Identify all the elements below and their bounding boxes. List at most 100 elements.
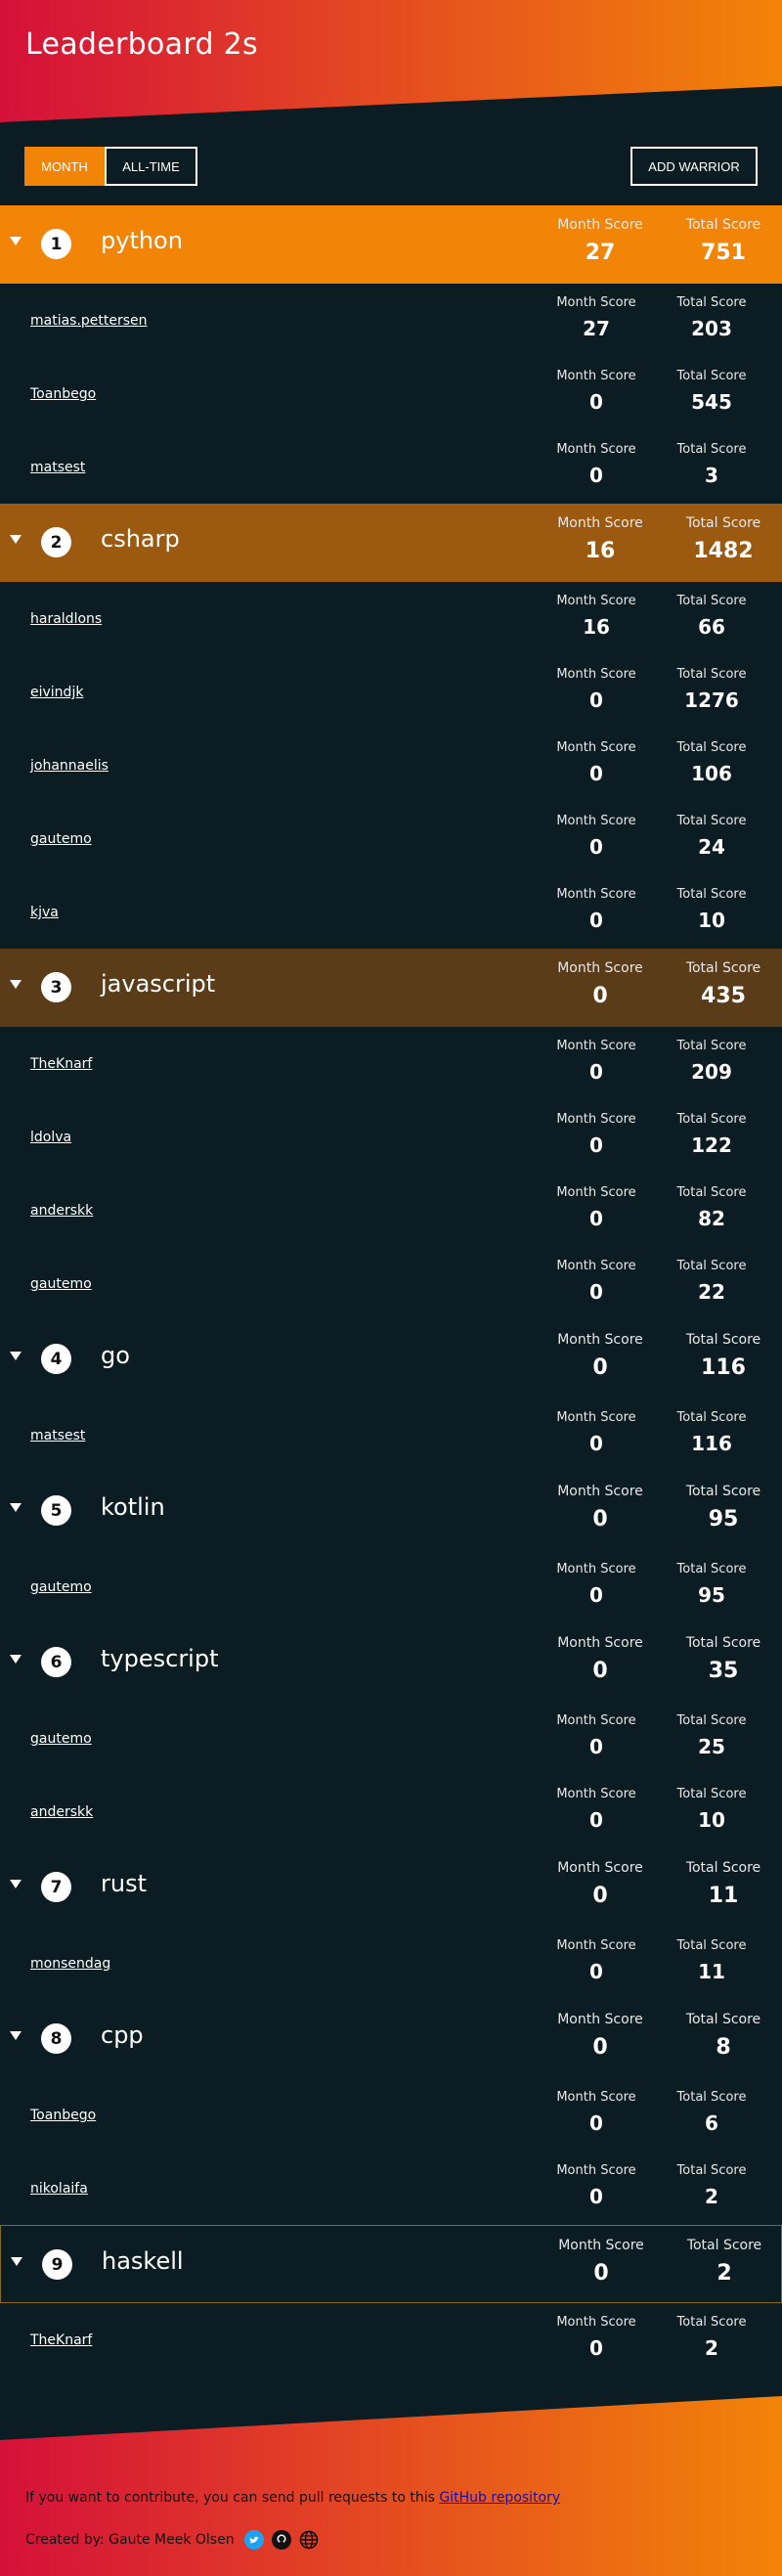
caret-down-icon[interactable]	[10, 1503, 22, 1512]
user-link[interactable]: anderskk	[30, 1203, 93, 1219]
caret-down-icon[interactable]	[10, 980, 22, 989]
month-score-value: 0	[589, 762, 603, 785]
total-score: Total Score 545	[653, 369, 770, 414]
user-link[interactable]: gautemo	[30, 1579, 92, 1595]
caret-down-icon[interactable]	[10, 237, 22, 245]
caret-down-icon[interactable]	[10, 1655, 22, 1664]
user-row: gautemo Month Score 0 Total Score 25	[0, 1702, 782, 1775]
month-score: Month Score 0	[538, 1112, 655, 1157]
language-row[interactable]: 9 haskell Month Score 0 Total Score 2	[0, 2225, 782, 2303]
globe-icon[interactable]	[299, 2530, 319, 2550]
month-score-value: 0	[593, 2261, 609, 2286]
language-row[interactable]: 1 python Month Score 27 Total Score 751	[0, 205, 782, 284]
user-link[interactable]: anderskk	[30, 1804, 93, 1820]
language-row[interactable]: 4 go Month Score 0 Total Score 116	[0, 1320, 782, 1399]
total-score-label: Total Score	[676, 295, 747, 310]
add-warrior-button[interactable]: ADD WARRIOR	[630, 147, 758, 186]
caret-down-icon[interactable]	[11, 2257, 22, 2266]
github-repository-link[interactable]: GitHub repository	[439, 2490, 560, 2506]
language-row[interactable]: 2 csharp Month Score 16 Total Score 1482	[0, 504, 782, 582]
total-score-label: Total Score	[685, 515, 761, 531]
total-score-label: Total Score	[676, 1787, 747, 1801]
created-by: Created by: Gaute Meek Olsen	[25, 2530, 319, 2550]
user-link[interactable]: matsest	[30, 1428, 85, 1443]
month-score: Month Score 0	[542, 1484, 659, 1532]
month-score-value: 0	[589, 1133, 603, 1157]
user-link[interactable]: monsendag	[30, 1956, 110, 1972]
total-score-value: 1276	[684, 688, 739, 712]
total-score-label: Total Score	[685, 1860, 761, 1876]
month-score-label: Month Score	[556, 1039, 636, 1053]
user-link[interactable]: matsest	[30, 460, 85, 475]
all-time-button[interactable]: ALL-TIME	[105, 147, 197, 186]
rank-badge: 1	[41, 229, 71, 259]
user-link[interactable]: gautemo	[30, 1276, 92, 1292]
total-score-value: 10	[698, 1808, 725, 1832]
language-name: python	[101, 227, 183, 254]
leaderboard: 1 python Month Score 27 Total Score 751 matias…	[0, 205, 782, 2376]
total-score-label: Total Score	[676, 1562, 747, 1577]
month-score-value: 0	[589, 1583, 603, 1607]
total-score-label: Total Score	[676, 1410, 747, 1425]
month-score-label: Month Score	[556, 814, 636, 828]
total-score: Total Score 95	[653, 1562, 770, 1607]
total-score-value: 2	[717, 2261, 732, 2286]
twitter-icon[interactable]	[243, 2530, 264, 2550]
user-row: kjva Month Score 0 Total Score 10	[0, 875, 782, 949]
total-score-label: Total Score	[676, 887, 747, 902]
user-row: matsest Month Score 0 Total Score 3	[0, 430, 782, 504]
total-score-value: 66	[698, 615, 725, 639]
language-name: rust	[101, 1870, 147, 1897]
language-row[interactable]: 8 cpp Month Score 0 Total Score 8	[0, 2000, 782, 2078]
user-link[interactable]: eivindjk	[30, 685, 83, 700]
language-name: javascript	[101, 970, 216, 998]
user-link[interactable]: TheKnarf	[30, 1056, 92, 1072]
month-score-value: 27	[585, 241, 616, 265]
caret-down-icon[interactable]	[10, 1352, 22, 1360]
total-score-value: 35	[708, 1659, 739, 1683]
caret-down-icon[interactable]	[10, 535, 22, 544]
user-link[interactable]: Toanbego	[30, 2108, 96, 2123]
user-link[interactable]: haraldlons	[30, 611, 102, 627]
github-icon[interactable]	[271, 2530, 291, 2550]
language-name: csharp	[101, 525, 180, 553]
total-score-label: Total Score	[676, 2163, 747, 2178]
total-score-label: Total Score	[676, 369, 747, 383]
caret-down-icon[interactable]	[10, 2031, 22, 2040]
user-link[interactable]: gautemo	[30, 1731, 92, 1747]
user-link[interactable]: Toanbego	[30, 386, 96, 402]
month-score-label: Month Score	[556, 667, 636, 682]
month-score-value: 0	[589, 1808, 603, 1832]
user-link[interactable]: TheKnarf	[30, 2332, 92, 2348]
month-score: Month Score 0	[538, 1185, 655, 1230]
user-link[interactable]: nikolaifa	[30, 2181, 88, 2197]
month-button[interactable]: MONTH	[24, 147, 105, 186]
user-link[interactable]: ldolva	[30, 1130, 71, 1145]
user-row: Toanbego Month Score 0 Total Score 545	[0, 357, 782, 430]
total-score: Total Score 2	[653, 2315, 770, 2360]
user-row: monsendag Month Score 0 Total Score 11	[0, 1927, 782, 2000]
month-score-label: Month Score	[556, 1112, 636, 1127]
month-score: Month Score 0	[538, 1039, 655, 1084]
month-score: Month Score 0	[538, 1787, 655, 1832]
language-row[interactable]: 5 kotlin Month Score 0 Total Score 95	[0, 1472, 782, 1550]
rank-badge: 4	[41, 1344, 71, 1374]
total-score: Total Score 2	[666, 2238, 782, 2286]
total-score: Total Score 1482	[665, 515, 782, 563]
month-score-value: 0	[589, 909, 603, 932]
month-score-label: Month Score	[556, 1562, 636, 1577]
language-row[interactable]: 7 rust Month Score 0 Total Score 11	[0, 1848, 782, 1927]
user-link[interactable]: gautemo	[30, 831, 92, 847]
language-row[interactable]: 6 typescript Month Score 0 Total Score 35	[0, 1623, 782, 1702]
user-link[interactable]: johannaelis	[30, 758, 109, 774]
total-score-value: 751	[701, 241, 746, 265]
month-score-value: 0	[589, 2111, 603, 2135]
month-score-label: Month Score	[556, 442, 636, 457]
user-link[interactable]: matias.pettersen	[30, 313, 148, 329]
user-link[interactable]: kjva	[30, 905, 59, 920]
caret-down-icon[interactable]	[10, 1880, 22, 1888]
language-row[interactable]: 3 javascript Month Score 0 Total Score 435	[0, 949, 782, 1027]
rank-badge: 6	[41, 1647, 71, 1677]
total-score-label: Total Score	[686, 2238, 762, 2253]
total-score: Total Score 66	[653, 594, 770, 639]
